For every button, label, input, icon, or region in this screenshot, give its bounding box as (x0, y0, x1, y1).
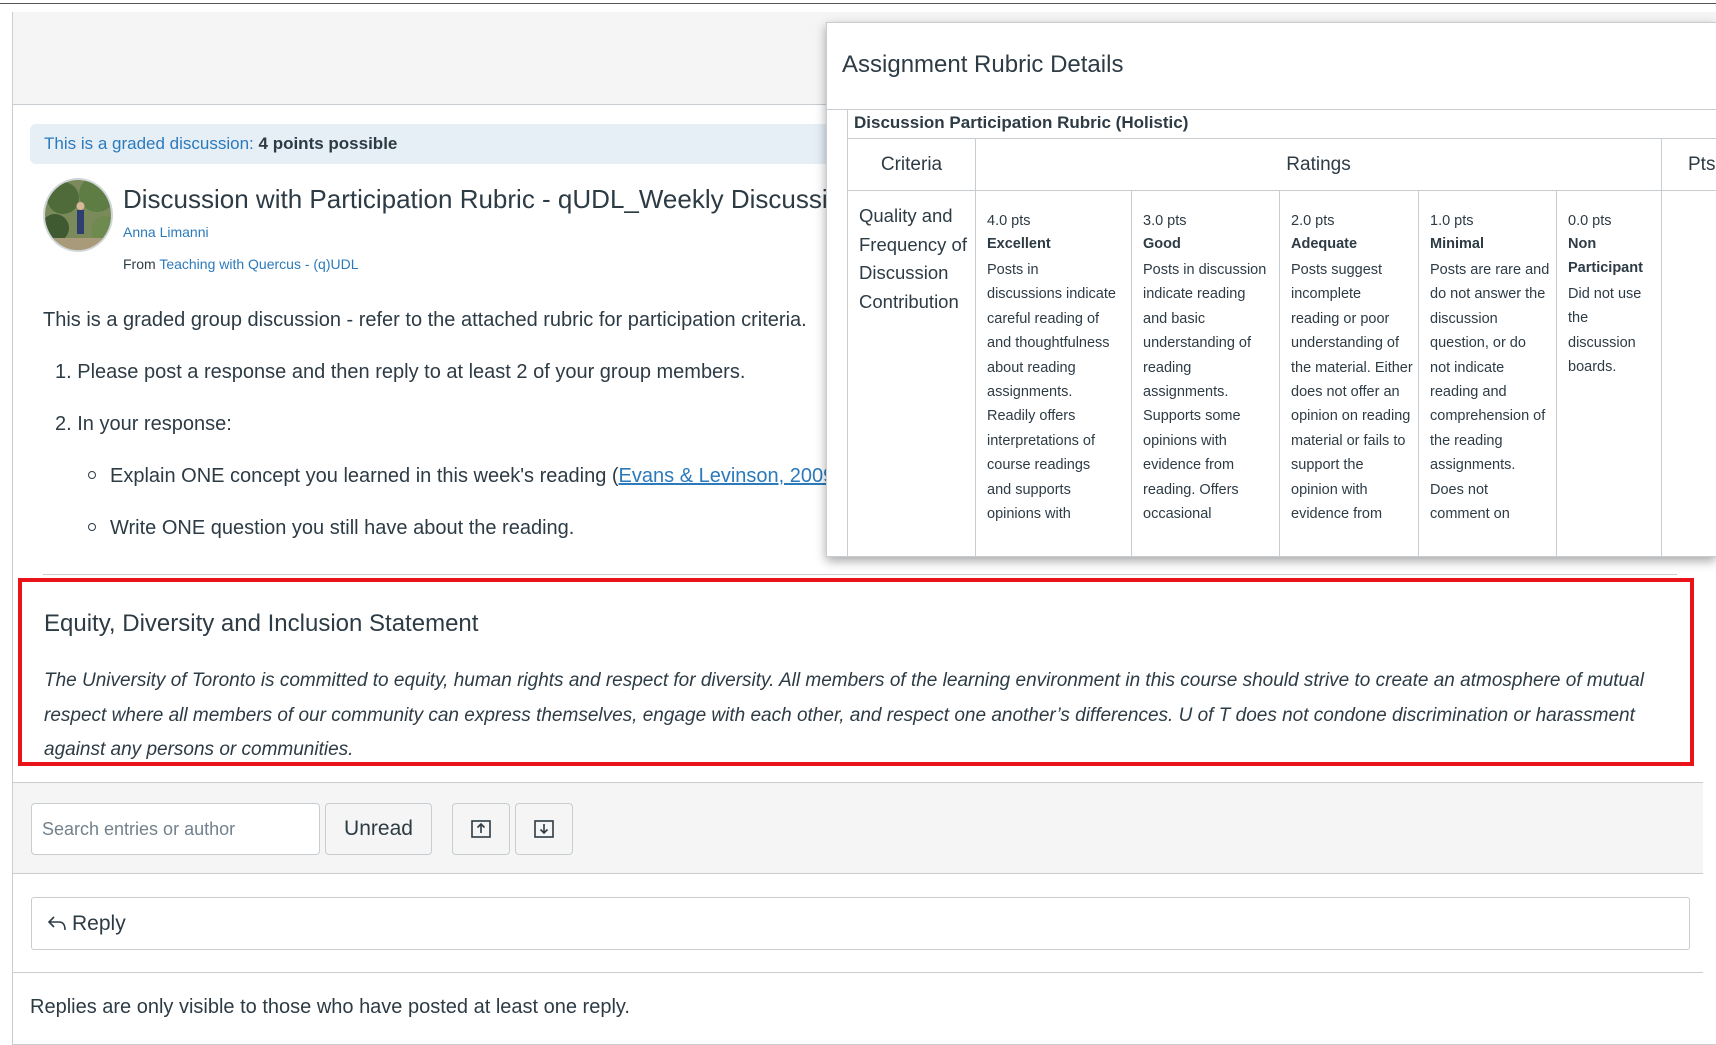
rating-description: Posts in discussions indicate careful re… (987, 262, 1116, 523)
rating-cell-adequate: 2.0 pts Adequate Posts suggest incomplet… (1279, 191, 1418, 556)
rating-name: Non Participant (1568, 236, 1643, 276)
instruction-step-1: 1. Please post a response and then reply… (55, 361, 746, 383)
rubric-name: Discussion Participation Rubric (Holisti… (847, 109, 1716, 139)
rating-description: Posts in discussion indicate reading and… (1143, 262, 1267, 523)
bullet-circle-icon (88, 522, 96, 531)
list-item: Write ONE question you still have about … (88, 517, 574, 540)
graded-discussion-banner: This is a graded discussion: 4 points po… (30, 124, 930, 164)
bullet-2-text: Write ONE question you still have about … (110, 517, 575, 539)
window-top-border (0, 0, 1716, 4)
reply-label: Reply (72, 911, 126, 935)
reply-button[interactable]: Reply (31, 897, 1690, 950)
edi-statement-title: Equity, Diversity and Inclusion Statemen… (44, 610, 479, 637)
bullet-1-text: Explain ONE concept you learned in this … (110, 465, 619, 487)
course-origin: From Teaching with Quercus - (q)UDL (123, 256, 359, 272)
replies-visibility-note: Replies are only visible to those who ha… (30, 996, 630, 1018)
reply-arrow-icon (47, 915, 66, 930)
rating-points: 3.0 pts (1143, 213, 1187, 229)
course-link[interactable]: Teaching with Quercus - (q)UDL (159, 256, 358, 272)
pts-header: Pts (1661, 139, 1716, 191)
discussion-intro: This is a graded group discussion - refe… (43, 309, 807, 331)
criterion-description: Quality and Frequency of Discussion Cont… (859, 205, 967, 312)
criterion-cell: Quality and Frequency of Discussion Cont… (847, 191, 975, 556)
rating-name: Good (1143, 236, 1181, 252)
rating-cell-good: 3.0 pts Good Posts in discussion indicat… (1131, 191, 1279, 556)
expand-all-button[interactable] (515, 803, 573, 855)
reply-area-divider (13, 972, 1703, 973)
rating-points: 0.0 pts (1568, 213, 1612, 229)
avatar[interactable] (43, 178, 113, 252)
rating-description: Did not use the discussion boards. (1568, 286, 1642, 376)
rating-name: Adequate (1291, 236, 1358, 252)
rating-points: 2.0 pts (1291, 213, 1335, 229)
edi-statement-highlight: Equity, Diversity and Inclusion Statemen… (18, 578, 1694, 766)
discussion-title: Discussion with Participation Rubric - q… (123, 184, 885, 214)
from-label: From (123, 256, 156, 272)
list-item: Explain ONE concept you learned in this … (88, 465, 834, 488)
points-possible: 4 points possible (258, 134, 398, 153)
ratings-header: Ratings (975, 139, 1661, 191)
bullet-circle-icon (88, 470, 96, 479)
content-divider (43, 574, 1677, 575)
rating-points: 1.0 pts (1430, 213, 1474, 229)
pts-cell (1661, 191, 1716, 556)
criteria-header: Criteria (847, 139, 975, 191)
rating-description: Posts are rare and do not answer the dis… (1430, 262, 1550, 523)
modal-title: Assignment Rubric Details (842, 51, 1124, 78)
content-left-border (12, 12, 13, 1045)
reading-citation-link[interactable]: Evans & Levinson, 2009 (619, 465, 835, 487)
rating-cell-non-participant: 0.0 pts Non Participant Did not use the … (1556, 191, 1661, 556)
author-link[interactable]: Anna Limanni (123, 224, 209, 240)
collapse-up-icon (471, 820, 491, 838)
rating-description: Posts suggest incomplete reading or poor… (1291, 262, 1413, 523)
search-input[interactable] (31, 803, 320, 855)
graded-banner-label: This is a graded discussion: (44, 134, 254, 153)
rating-name: Excellent (987, 236, 1051, 252)
expand-down-icon (534, 820, 554, 838)
edi-statement-text: The University of Toronto is committed t… (44, 670, 1644, 760)
rating-cell-minimal: 1.0 pts Minimal Posts are rare and do no… (1418, 191, 1556, 556)
rating-cell-excellent: 4.0 pts Excellent Posts in discussions i… (975, 191, 1131, 556)
rubric-details-modal: Assignment Rubric Details Discussion Par… (826, 22, 1716, 557)
rating-name: Minimal (1430, 236, 1484, 252)
rating-points: 4.0 pts (987, 213, 1031, 229)
unread-filter-button[interactable]: Unread (325, 803, 432, 855)
instruction-step-2: 2. In your response: (55, 413, 232, 435)
collapse-all-button[interactable] (452, 803, 510, 855)
